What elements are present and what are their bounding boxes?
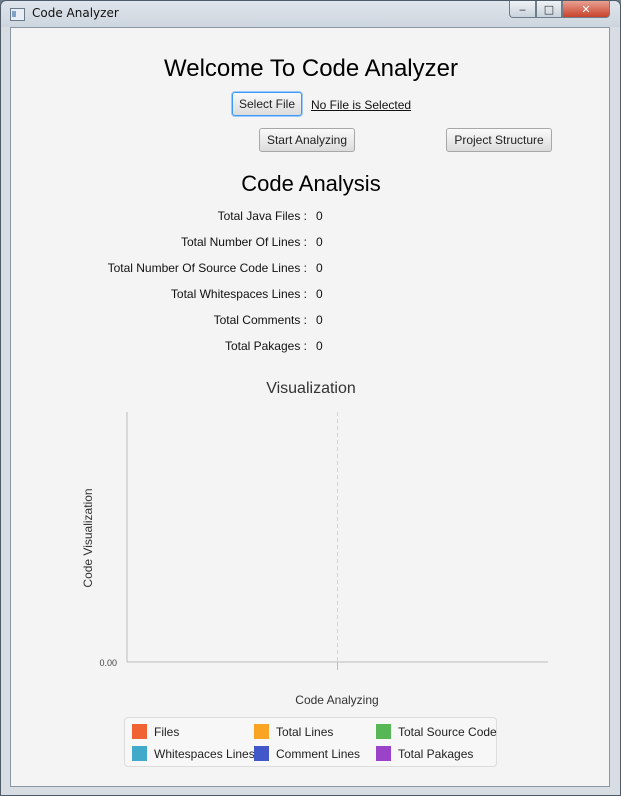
window-title: Code Analyzer bbox=[32, 6, 119, 20]
legend-label-comment-lines: Comment Lines bbox=[276, 747, 361, 761]
legend-swatch-total-lines bbox=[254, 724, 269, 739]
app-icon bbox=[10, 8, 25, 21]
legend-label-total-source-code: Total Source Code bbox=[398, 725, 497, 739]
bar-chart: 0.00 Code Visualization Code Analyzing bbox=[81, 412, 548, 707]
legend-swatch-whitespaces-lines bbox=[132, 746, 147, 761]
legend-swatch-total-source-code bbox=[376, 724, 391, 739]
x-axis-label: Code Analyzing bbox=[295, 693, 378, 707]
legend-swatch-files bbox=[132, 724, 147, 739]
legend-label-whitespaces-lines: Whitespaces Lines bbox=[154, 747, 255, 761]
chart-legend: Files Total Lines Total Source Code Whit… bbox=[124, 717, 497, 767]
legend-swatch-total-pakages bbox=[376, 746, 391, 761]
y-tick-label: 0.00 bbox=[99, 658, 117, 668]
app-window: Code Analyzer ‒ □ ✕ Welcome To Code Anal… bbox=[0, 0, 621, 796]
maximize-button[interactable]: □ bbox=[536, 1, 562, 18]
legend-label-total-lines: Total Lines bbox=[276, 725, 334, 739]
y-axis-label: Code Visualization bbox=[81, 488, 95, 587]
minimize-button[interactable]: ‒ bbox=[509, 1, 536, 18]
title-bar[interactable]: Code Analyzer ‒ □ ✕ bbox=[1, 1, 620, 27]
legend-swatch-comment-lines bbox=[254, 746, 269, 761]
legend-label-total-pakages: Total Pakages bbox=[398, 747, 474, 761]
close-button[interactable]: ✕ bbox=[562, 1, 610, 18]
main-panel: Welcome To Code Analyzer Select File No … bbox=[10, 27, 610, 787]
legend-label-files: Files bbox=[154, 725, 180, 739]
